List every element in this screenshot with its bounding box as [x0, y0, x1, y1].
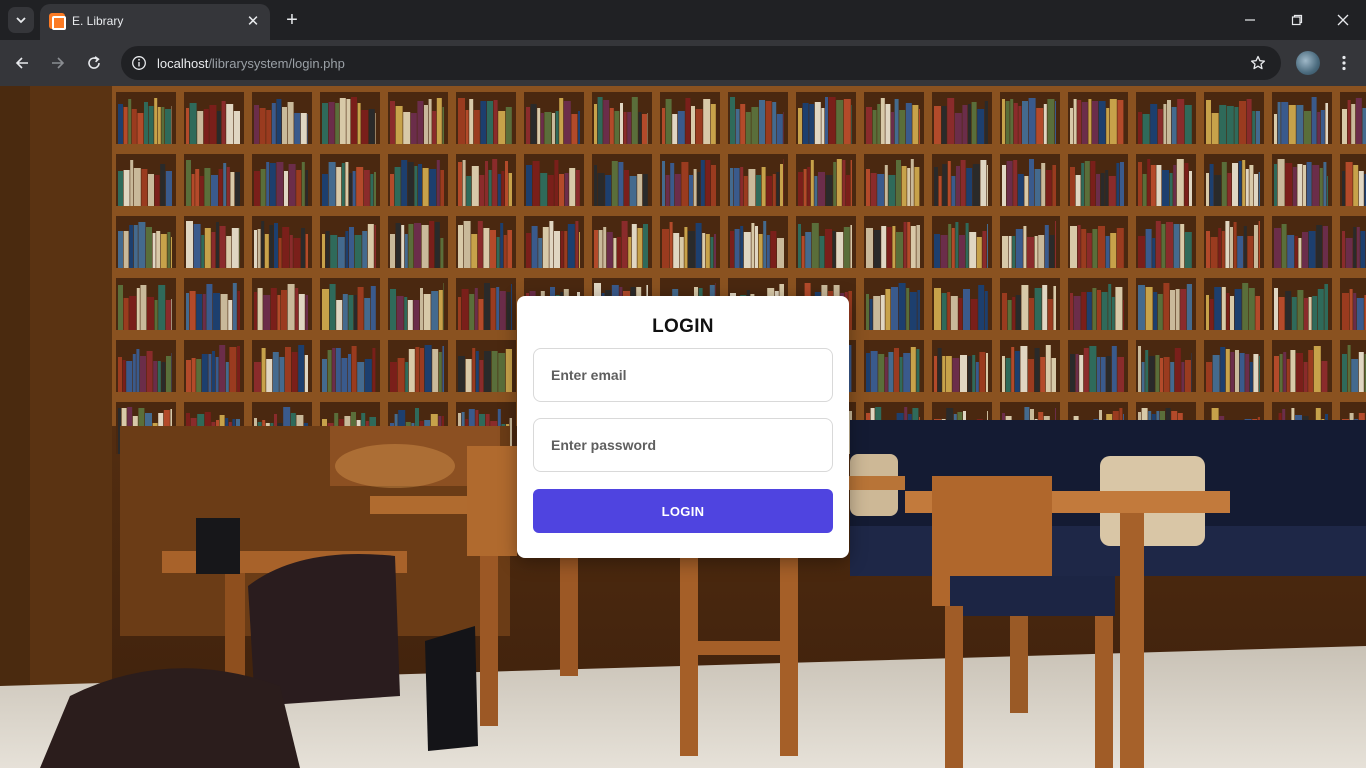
login-button[interactable]: LOGIN — [533, 489, 833, 533]
profile-avatar-icon[interactable] — [1296, 51, 1320, 75]
browser-toolbar: localhost/librarysystem/login.php — [0, 40, 1366, 86]
minimize-icon[interactable] — [1238, 8, 1262, 32]
back-icon[interactable] — [10, 51, 34, 75]
plus-icon[interactable]: + — [280, 9, 304, 33]
page-viewport: LOGIN LOGIN — [0, 86, 1366, 768]
forward-icon[interactable] — [46, 51, 70, 75]
window-close-icon[interactable] — [1331, 8, 1355, 32]
close-icon[interactable]: ✕ — [244, 13, 262, 31]
reload-icon[interactable] — [82, 51, 106, 75]
restore-icon[interactable] — [1285, 8, 1309, 32]
login-title: LOGIN — [652, 316, 714, 337]
site-info-icon[interactable] — [127, 51, 151, 75]
url-path: /librarysystem/login.php — [208, 56, 345, 71]
bookmark-star-icon[interactable] — [1247, 52, 1269, 74]
menu-dots-icon[interactable] — [1332, 51, 1356, 75]
url-host: localhost — [157, 56, 209, 71]
login-card: LOGIN LOGIN — [517, 296, 849, 558]
tab-title: E. Library — [72, 14, 124, 28]
email-field[interactable] — [533, 348, 833, 402]
url-text: localhost/librarysystem/login.php — [157, 56, 345, 71]
xampp-favicon-icon — [49, 13, 66, 30]
address-bar[interactable]: localhost/librarysystem/login.php — [121, 46, 1281, 80]
tab-strip: E. Library ✕ + — [0, 0, 1366, 40]
tab-search-icon[interactable] — [8, 7, 34, 33]
browser-tab-active[interactable]: E. Library ✕ — [40, 4, 270, 40]
password-field[interactable] — [533, 418, 833, 472]
